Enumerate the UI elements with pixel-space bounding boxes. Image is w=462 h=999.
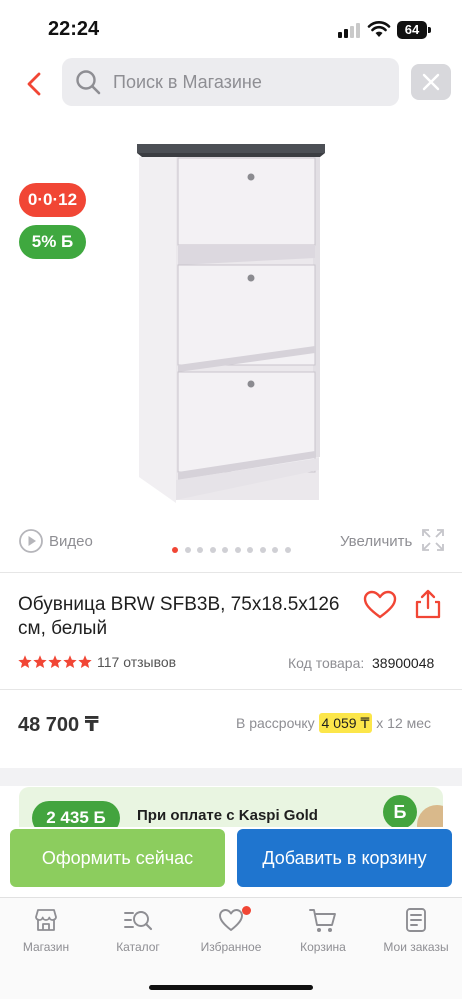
store-icon <box>35 909 57 931</box>
bonus-promo-badge: 5% Б <box>19 225 86 259</box>
product-image <box>137 144 325 503</box>
cellular-signal-icon <box>338 22 362 38</box>
add-to-cart-button[interactable]: Добавить в корзину <box>237 829 452 887</box>
star-icon <box>48 655 62 668</box>
battery-level: 64 <box>397 21 427 39</box>
heart-icon <box>219 909 243 931</box>
video-button[interactable]: Видео <box>18 528 93 554</box>
pagination-dot[interactable] <box>284 547 291 553</box>
star-icon <box>78 655 92 668</box>
wifi-icon <box>367 21 391 37</box>
product-title: Обувница BRW SFB3B, 75x18.5x126 см, белы… <box>18 594 340 639</box>
tab-label: Избранное <box>200 940 262 954</box>
tab-cart[interactable]: Корзина <box>277 906 369 962</box>
tab-orders[interactable]: Мои заказы <box>370 906 462 962</box>
close-button[interactable] <box>411 64 451 100</box>
section-separator <box>0 768 462 786</box>
pagination-dot[interactable] <box>172 547 178 553</box>
video-label: Видео <box>49 533 93 550</box>
home-indicator <box>149 985 313 990</box>
pagination-dot[interactable] <box>247 547 253 553</box>
gold-bonus-chip: 2 435 Б <box>32 801 120 827</box>
pagination-dot[interactable] <box>272 547 278 553</box>
status-time: 22:24 <box>48 18 100 40</box>
tab-label: Корзина <box>300 940 346 954</box>
play-icon <box>19 529 43 553</box>
product-code-label: Код товара: <box>288 655 365 671</box>
tab-store[interactable]: Магазин <box>0 906 92 962</box>
bonus-badge-icon: Б <box>383 795 417 827</box>
close-icon <box>422 73 440 91</box>
pagination-dot[interactable] <box>259 547 266 553</box>
star-icon <box>63 655 77 668</box>
bottom-tab-bar: Магазин Каталог Избранное Корзина Мои за… <box>0 897 462 999</box>
installment-suffix: x 12 мес <box>376 715 432 731</box>
rating-stars <box>18 655 92 668</box>
search-placeholder: Поиск в Магазине <box>113 72 262 92</box>
favorite-heart-icon[interactable] <box>363 590 397 620</box>
installment-prefix: В рассрочку <box>236 715 315 731</box>
tab-favorites[interactable]: Избранное <box>185 906 277 962</box>
zoom-button[interactable]: Увеличить <box>340 528 450 554</box>
star-icon <box>18 655 32 668</box>
catalog-search-icon <box>124 911 153 931</box>
status-bar: 22:24 64 <box>0 0 462 58</box>
installment-info[interactable]: В рассрочку 4 059 ₸ x 12 мес <box>236 713 432 733</box>
pagination-dot[interactable] <box>184 547 191 553</box>
expand-icon <box>422 529 444 551</box>
search-input[interactable]: Поиск в Магазине <box>62 58 399 106</box>
search-icon <box>76 70 101 95</box>
back-arrow-icon[interactable] <box>18 66 54 102</box>
tab-label: Магазин <box>22 940 70 954</box>
product-code-value: 38900048 <box>372 655 435 671</box>
pagination-dot[interactable] <box>197 547 203 553</box>
action-bar: Оформить сейчас Добавить в корзину <box>0 827 462 897</box>
share-icon[interactable] <box>413 588 443 620</box>
notification-dot <box>242 906 251 915</box>
pagination-dot[interactable] <box>222 547 228 553</box>
pagination-dot[interactable] <box>234 547 241 553</box>
cart-icon <box>309 909 336 932</box>
coin-icon <box>417 805 443 827</box>
header: Поиск в Магазине <box>0 58 462 110</box>
pagination-dot[interactable] <box>209 547 216 553</box>
kaspi-gold-banner[interactable]: 2 435 Б При оплате с Kaspi Gold Б <box>19 787 443 827</box>
star-icon <box>33 655 47 668</box>
tab-label: Мои заказы <box>383 940 449 954</box>
product-price: 48 700 ₸ <box>18 714 99 736</box>
divider <box>0 689 462 690</box>
tab-catalog[interactable]: Каталог <box>92 906 184 962</box>
order-now-button[interactable]: Оформить сейчас <box>10 829 225 887</box>
installment-amount: 4 059 ₸ <box>318 713 373 733</box>
orders-icon <box>406 908 426 932</box>
gold-banner-text: При оплате с Kaspi Gold <box>137 807 318 824</box>
installment-promo-badge: 0·0·12 <box>19 183 86 217</box>
reviews-link[interactable]: 117 отзывов <box>97 654 176 670</box>
divider <box>0 572 462 573</box>
tab-label: Каталог <box>116 940 160 954</box>
battery-indicator: 64 <box>397 21 431 39</box>
zoom-label: Увеличить <box>340 533 413 550</box>
